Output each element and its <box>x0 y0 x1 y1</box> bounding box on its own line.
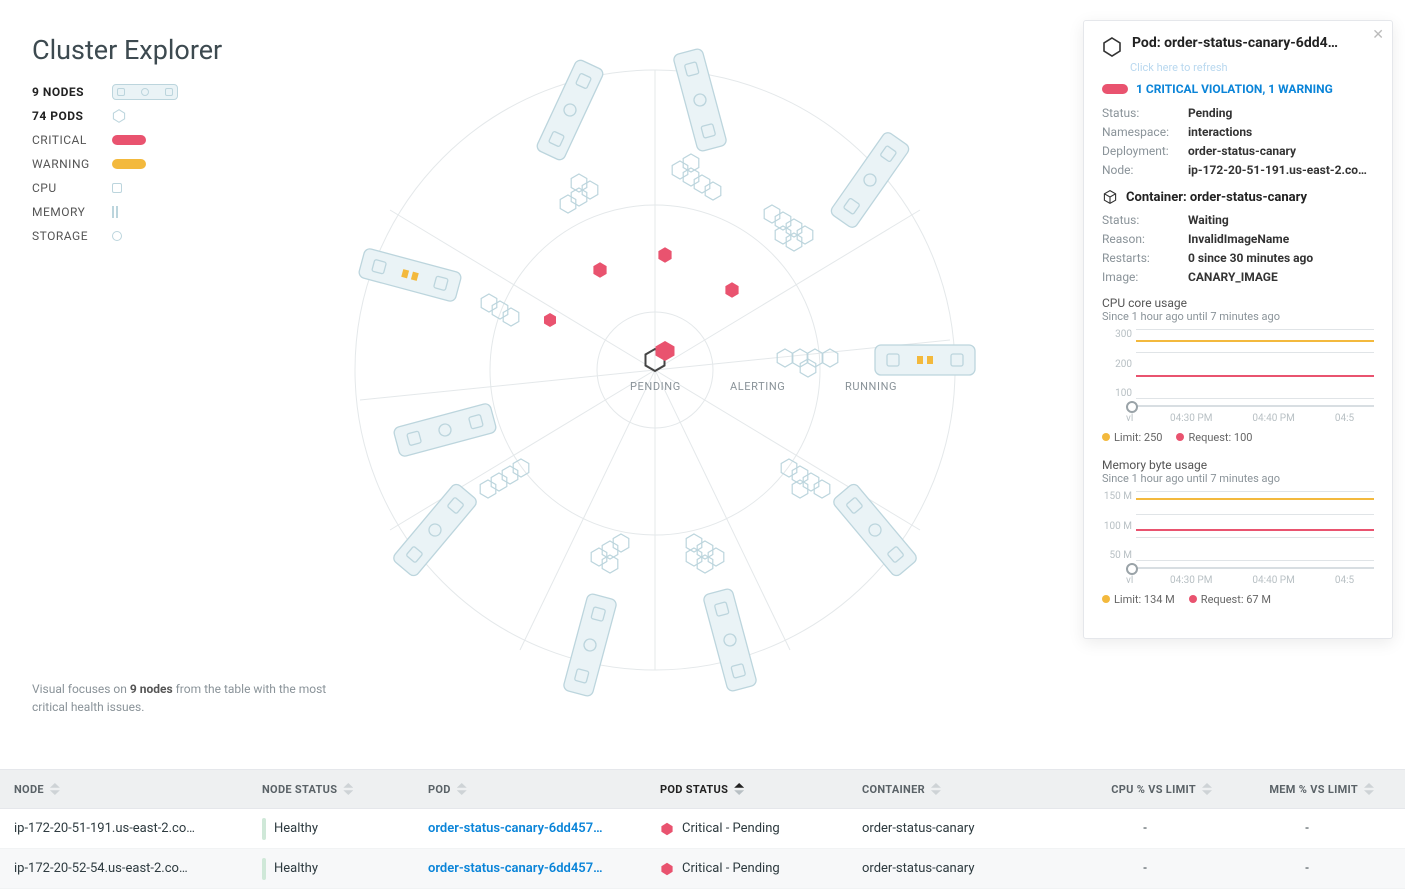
cpu-chart-title: CPU core usage <box>1102 296 1374 310</box>
td-cpu: - <box>1064 821 1226 836</box>
storage-swatch-icon <box>112 231 122 241</box>
legend-warning-label: WARNING <box>32 157 98 171</box>
node-swatch-icon <box>112 84 178 100</box>
sort-icon <box>1364 783 1374 795</box>
refresh-link[interactable]: Click here to refresh <box>1130 61 1374 74</box>
memory-swatch-icon <box>112 206 118 218</box>
memory-chart-plot[interactable]: 150 M100 M50 M vl04:30 PM04:40 PM04:5 <box>1102 491 1374 587</box>
legend-memory: MEMORY <box>32 200 178 224</box>
legend-memory-label: MEMORY <box>32 205 98 219</box>
th-cpu[interactable]: CPU % VS LIMIT <box>1064 783 1226 796</box>
legend-critical-label: CRITICAL <box>32 133 98 147</box>
td-node-status: Healthy <box>248 858 414 880</box>
legend-nodes: 9 NODES <box>32 80 178 104</box>
legend-pods: 74 PODS <box>32 104 178 128</box>
critical-hexagon-icon <box>660 822 674 836</box>
container-title: Container: order-status-canary <box>1102 189 1374 205</box>
critical-pill-icon <box>1102 84 1128 94</box>
nodes-table: NODE NODE STATUS POD POD STATUS CONTAINE… <box>0 769 1405 889</box>
sort-icon <box>457 783 467 795</box>
table-row[interactable]: ip-172-20-51-191.us-east-2.co… Healthy o… <box>0 809 1405 849</box>
td-pod-status: Critical - Pending <box>646 861 848 876</box>
healthy-bar-icon <box>262 818 266 840</box>
th-pod[interactable]: POD <box>414 783 646 796</box>
page-title: Cluster Explorer <box>32 34 222 66</box>
th-pod-status[interactable]: POD STATUS <box>646 783 848 796</box>
close-icon[interactable]: ✕ <box>1372 27 1384 43</box>
td-container: order-status-canary <box>848 821 1064 836</box>
sort-icon <box>931 783 941 795</box>
visual-footer-note: Visual focuses on 9 nodes from the table… <box>32 680 332 716</box>
warning-pill-icon <box>112 159 146 169</box>
td-node-status: Healthy <box>248 818 414 840</box>
legend-cpu: CPU <box>32 176 178 200</box>
detail-panel: ✕ Pod: order-status-canary-6dd4… Click h… <box>1083 20 1393 639</box>
legend-pods-label: 74 PODS <box>32 109 98 123</box>
td-pod-status: Critical - Pending <box>646 821 848 836</box>
td-pod-link[interactable]: order-status-canary-6dd457… <box>414 821 646 836</box>
legend-cpu-label: CPU <box>32 181 98 195</box>
hexagon-icon <box>1102 37 1122 57</box>
pod-kv: Status:Pending Namespace:interactions De… <box>1102 106 1374 177</box>
cpu-chart-legend: Limit: 250 Request: 100 <box>1102 431 1374 444</box>
td-mem: - <box>1226 861 1388 876</box>
legend-warning: WARNING <box>32 152 178 176</box>
cube-icon <box>1102 189 1118 205</box>
sort-icon <box>1202 783 1212 795</box>
cluster-radial-svg <box>260 30 1050 710</box>
td-node: ip-172-20-51-191.us-east-2.co… <box>0 821 248 836</box>
th-container[interactable]: CONTAINER <box>848 783 1064 796</box>
table-row[interactable]: ip-172-20-52-54.us-east-2.co… Healthy or… <box>0 849 1405 889</box>
memory-chart-title: Memory byte usage <box>1102 458 1374 472</box>
sort-icon <box>734 783 744 795</box>
radial-running-label: RUNNING <box>845 380 897 393</box>
th-node[interactable]: NODE <box>0 783 248 796</box>
memory-chart-legend: Limit: 134 M Request: 67 M <box>1102 593 1374 606</box>
th-node-status[interactable]: NODE STATUS <box>248 783 414 796</box>
cpu-time-slider[interactable] <box>1126 401 1374 411</box>
healthy-bar-icon <box>262 858 266 880</box>
container-kv: Status:Waiting Reason:InvalidImageName R… <box>1102 213 1374 284</box>
th-mem[interactable]: MEM % VS LIMIT <box>1226 783 1388 796</box>
sort-icon <box>343 783 353 795</box>
legend-storage-label: STORAGE <box>32 229 98 243</box>
hexagon-icon <box>112 109 126 123</box>
td-mem: - <box>1226 821 1388 836</box>
td-cpu: - <box>1064 861 1226 876</box>
cpu-chart-sub: Since 1 hour ago until 7 minutes ago <box>1102 310 1374 323</box>
radial-pending-label: PENDING <box>630 380 681 393</box>
radial-alerting-label: ALERTING <box>730 380 785 393</box>
memory-chart: Memory byte usage Since 1 hour ago until… <box>1102 458 1374 606</box>
sort-icon <box>50 783 60 795</box>
panel-pod-title: Pod: order-status-canary-6dd4… <box>1132 35 1338 51</box>
violation-text: 1 CRITICAL VIOLATION, 1 WARNING <box>1136 82 1333 96</box>
legend: 9 NODES 74 PODS CRITICAL WARNING CPU MEM… <box>32 80 178 248</box>
cluster-radial[interactable]: PENDING ALERTING RUNNING <box>260 30 1050 710</box>
violation-summary[interactable]: 1 CRITICAL VIOLATION, 1 WARNING <box>1102 82 1374 96</box>
cpu-chart-plot[interactable]: 300200100 vl04:30 PM04:40 PM04:5 <box>1102 329 1374 425</box>
memory-chart-sub: Since 1 hour ago until 7 minutes ago <box>1102 472 1374 485</box>
cpu-swatch-icon <box>112 183 122 193</box>
legend-nodes-label: 9 NODES <box>32 85 98 99</box>
td-container: order-status-canary <box>848 861 1064 876</box>
critical-pill-icon <box>112 135 146 145</box>
table-header: NODE NODE STATUS POD POD STATUS CONTAINE… <box>0 769 1405 809</box>
td-node: ip-172-20-52-54.us-east-2.co… <box>0 861 248 876</box>
critical-hexagon-icon <box>660 862 674 876</box>
cpu-chart: CPU core usage Since 1 hour ago until 7 … <box>1102 296 1374 444</box>
td-pod-link[interactable]: order-status-canary-6dd457… <box>414 861 646 876</box>
memory-time-slider[interactable] <box>1126 563 1374 573</box>
legend-storage: STORAGE <box>32 224 178 248</box>
legend-critical: CRITICAL <box>32 128 178 152</box>
